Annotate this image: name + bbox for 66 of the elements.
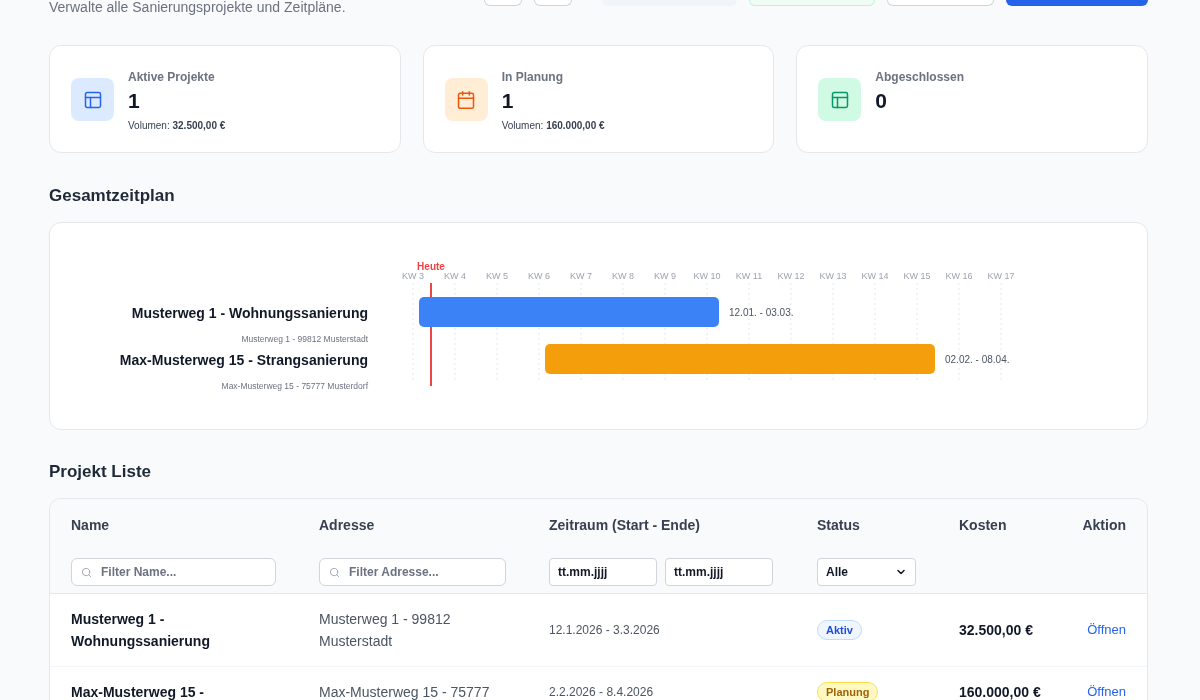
week-label: KW 11 [735, 271, 763, 281]
section-heading: Gesamtzeitplan [49, 185, 176, 207]
project-name: Max-Musterweg 15 - [71, 683, 206, 700]
project-name: Musterweg 1 - Wohnungssanierung [71, 610, 211, 651]
stat-value: 1 [501, 88, 515, 114]
date-range-label: 02.02. - 08.04. [945, 354, 1010, 365]
week-label: KW 15 [903, 271, 931, 281]
status-select[interactable]: Alle [817, 558, 916, 586]
search-icon [81, 567, 92, 578]
stat-volume: Volumen: 32.500,00 € [128, 119, 226, 132]
project-title: Max-Musterweg 15 - Strangsanierung [119, 352, 368, 368]
name-filter-field[interactable]: Filter Name... [71, 558, 276, 586]
toolbar-button[interactable] [1006, 0, 1148, 6]
search-icon [329, 567, 340, 578]
week-label: KW 5 [486, 271, 508, 281]
date-range: 12.1.2026 - 3.3.2026 [549, 622, 661, 639]
column-header: Name [71, 516, 110, 535]
project-title: Musterweg 1 - Wohnungssanierung [131, 305, 368, 321]
week-label: KW 8 [612, 271, 634, 281]
address-filter-field[interactable]: Filter Adresse... [319, 558, 506, 586]
toolbar-button[interactable] [749, 0, 875, 6]
week-label: KW 7 [570, 271, 592, 281]
week-label: KW 10 [693, 271, 721, 281]
date-range: 2.2.2026 - 8.4.2026 [549, 684, 655, 700]
project-address: Musterweg 1 - 99812 Musterstadt [319, 610, 452, 651]
cost: 32.500,00 € [959, 621, 1034, 640]
open-link[interactable]: Öffnen [1087, 619, 1126, 641]
open-link[interactable]: Öffnen [1087, 681, 1126, 700]
toolbar-button[interactable] [484, 0, 522, 6]
project-address: Musterweg 1 - 99812 Musterstadt [241, 334, 368, 344]
week-label: KW 6 [528, 271, 550, 281]
week-label: KW 13 [819, 271, 847, 281]
week-label: KW 9 [654, 271, 676, 281]
stat-label: Abgeschlossen [875, 69, 965, 86]
toolbar-button[interactable] [887, 0, 994, 6]
today-label: Heute [417, 261, 445, 272]
project-address: Max-Musterweg 15 - 75777 Musterdorf [221, 381, 368, 391]
layout-icon [818, 78, 862, 121]
section-heading: Projekt Liste [49, 461, 153, 483]
column-header: Status [817, 516, 860, 535]
column-header: Kosten [959, 516, 1007, 535]
cost: 160.000,00 € [959, 683, 1042, 700]
stat-volume: Volumen: 160.000,00 € [501, 119, 605, 132]
week-label: KW 12 [777, 271, 805, 281]
date-range-label: 12.01. - 03.03. [729, 307, 794, 318]
week-label: KW 3 [402, 271, 424, 281]
status-badge: Aktiv [817, 620, 862, 640]
status-badge: Planung [817, 682, 879, 700]
column-header: Aktion [1082, 516, 1126, 535]
week-label: KW 17 [987, 271, 1015, 281]
page-subtitle: Verwalte alle Sanierungsprojekte und Zeitpläne. [49, 0, 346, 15]
week-label: KW 16 [945, 271, 973, 281]
stat-label: In Planung [501, 69, 564, 86]
end-date-field[interactable]: tt.mm.jjjj [665, 558, 773, 586]
week-label: KW 4 [444, 271, 466, 281]
column-header: Zeitraum (Start - Ende) [549, 516, 700, 535]
project-address: Max-Musterweg 15 - 75777 [319, 683, 491, 700]
start-date-field[interactable]: tt.mm.jjjj [549, 558, 657, 586]
layout-icon [71, 78, 114, 121]
week-label: KW 14 [861, 271, 889, 281]
stat-label: Aktive Projekte [128, 69, 216, 86]
calendar-icon [444, 78, 488, 121]
stat-value: 0 [875, 88, 888, 114]
stat-value: 1 [128, 88, 141, 114]
column-header: Adresse [319, 516, 375, 535]
toolbar-button[interactable] [534, 0, 572, 6]
